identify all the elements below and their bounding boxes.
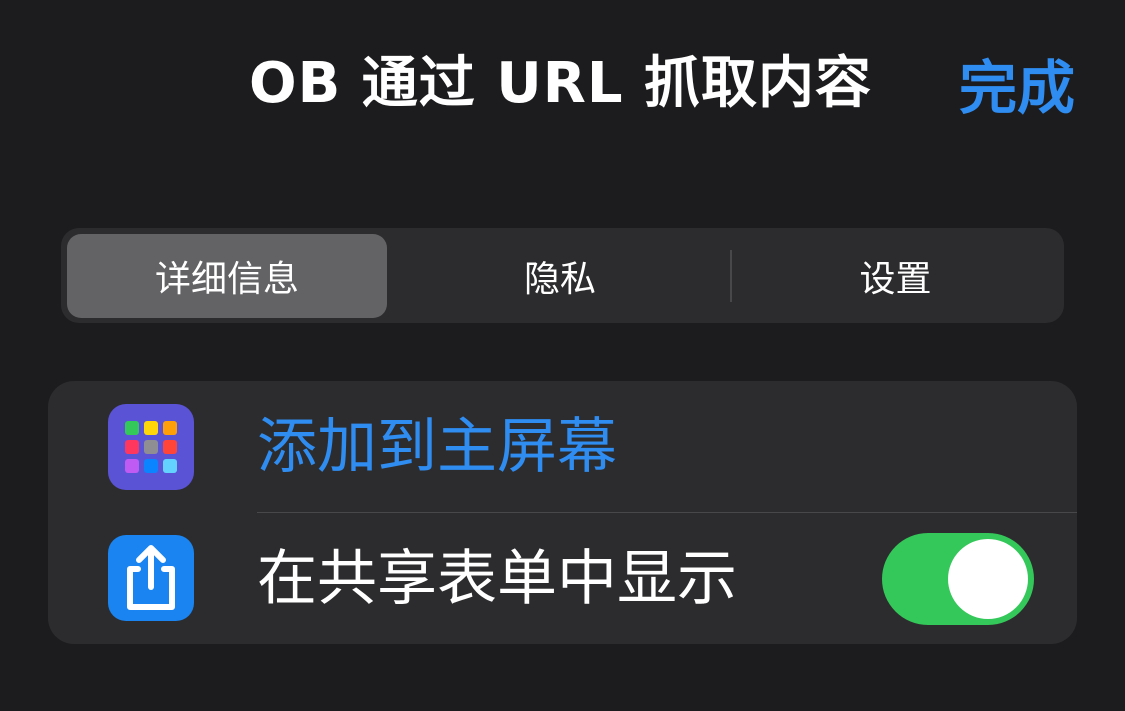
add-to-home-screen-label[interactable]: 添加到主屏幕 [257,407,617,487]
add-to-home-screen-row[interactable]: 添加到主屏幕 [48,381,1077,512]
tab-privacy[interactable]: 隐私 [391,234,729,318]
done-button[interactable]: 完成 [959,52,1075,124]
tab-settings[interactable]: 设置 [733,234,1058,318]
show-in-share-sheet-label: 在共享表单中显示 [257,544,737,614]
shortcut-details-sheet: OB 通过 URL 抓取内容 完成 详细信息 隐私 设置 添加到主屏幕 在共享表… [0,0,1125,711]
segment-divider [730,250,732,302]
tab-details-label: 详细信息 [154,259,299,300]
page-title-text: OB 通过 URL 抓取内容 [248,51,873,116]
share-icon [108,535,194,621]
options-list: 添加到主屏幕 在共享表单中显示 [48,381,1077,644]
share-sheet-toggle[interactable] [882,533,1034,625]
tab-privacy-label: 隐私 [523,259,596,300]
page-title: OB 通过 URL 抓取内容 [0,48,1125,120]
tab-details[interactable]: 详细信息 [67,234,387,318]
tab-settings-label: 设置 [859,259,932,300]
app-grid-icon [108,404,194,490]
toggle-knob [948,539,1028,619]
show-in-share-sheet-row: 在共享表单中显示 [48,513,1077,644]
segmented-control: 详细信息 隐私 设置 [61,228,1064,323]
